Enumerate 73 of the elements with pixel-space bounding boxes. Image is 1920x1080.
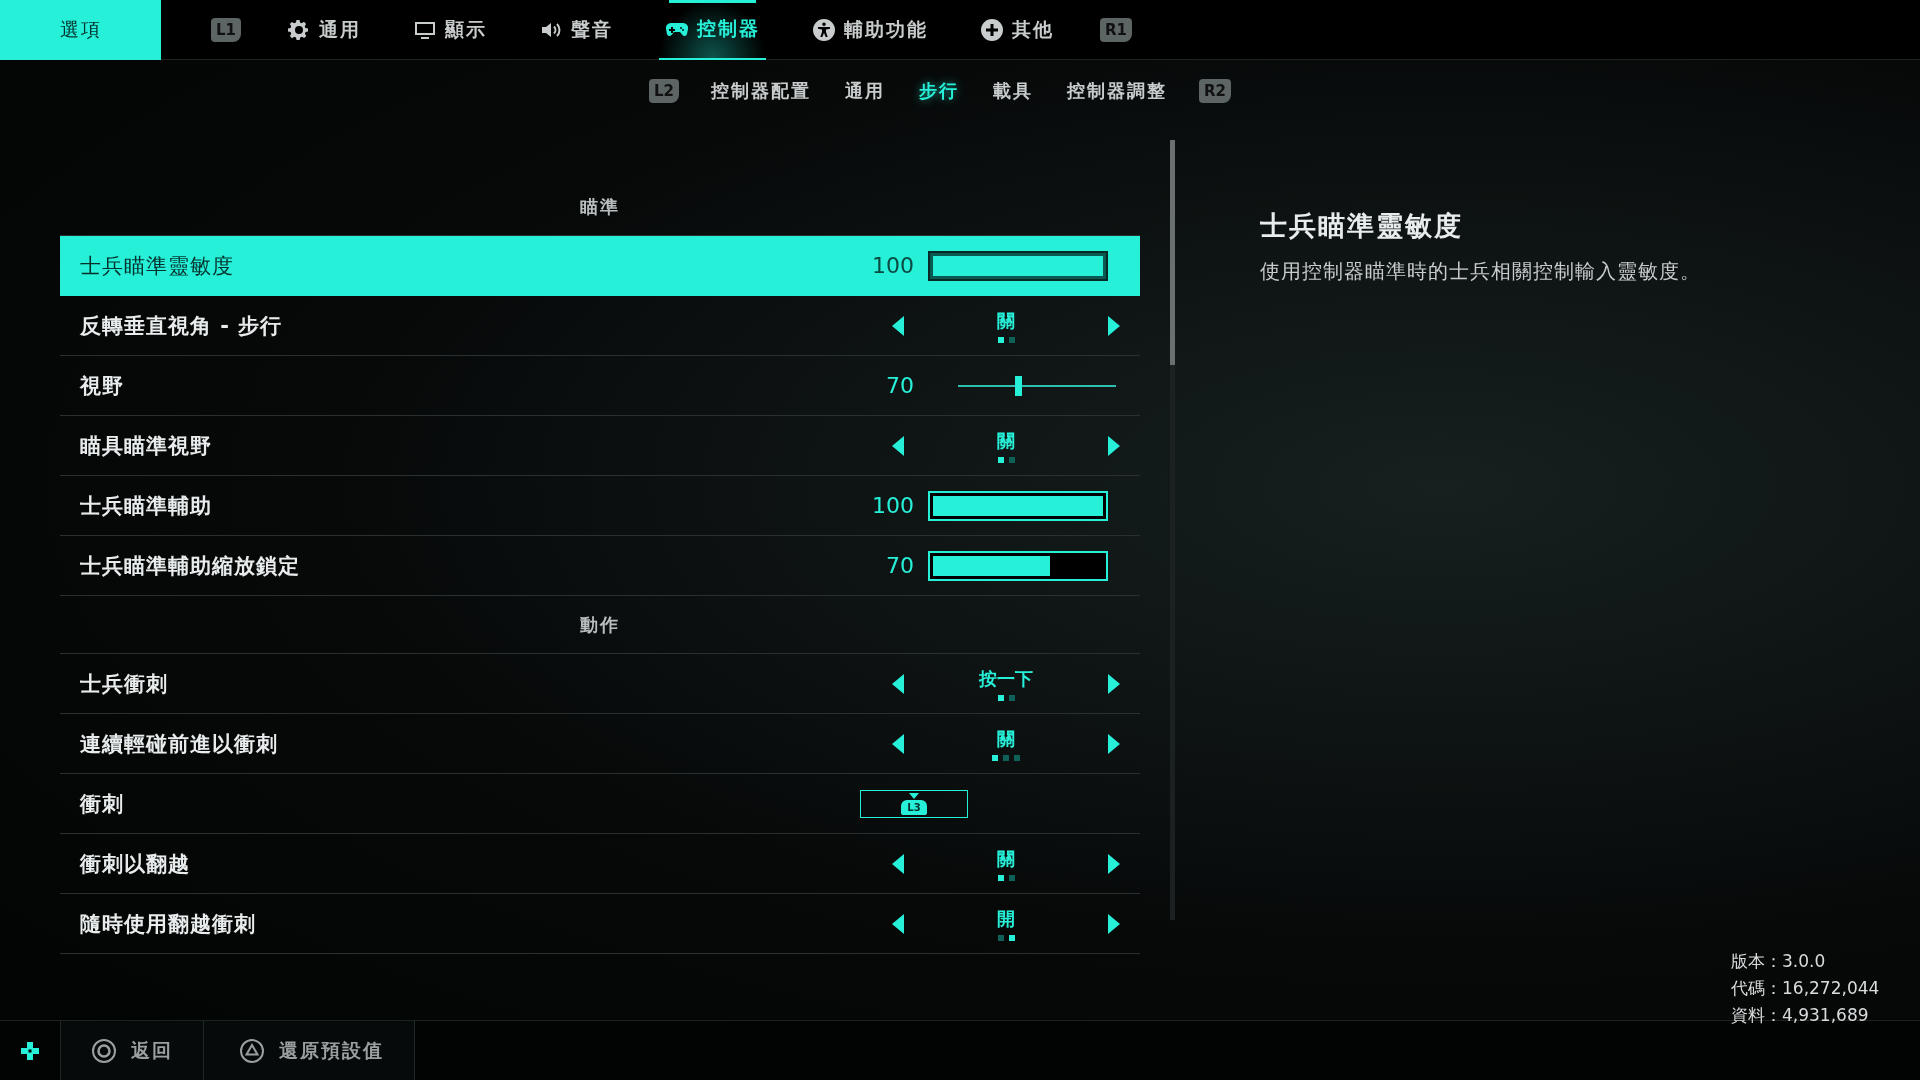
setting-value: 70: [885, 373, 914, 398]
menu-title: 選項: [0, 0, 161, 60]
left-arrow-icon[interactable]: [892, 853, 904, 874]
setting-label: 瞄具瞄準視野: [80, 432, 213, 460]
right-arrow-icon[interactable]: [1108, 435, 1120, 456]
setting-value: 70: [885, 553, 914, 578]
build-info-text: 資料：4,931,689: [1731, 1004, 1870, 1027]
scrollbar[interactable]: [1170, 140, 1175, 920]
setting-label: 連續輕碰前進以衝刺: [80, 730, 279, 758]
category-tab[interactable]: 顯示: [407, 0, 493, 60]
setting-label: 士兵瞄準靈敏度: [80, 252, 235, 280]
setting-row[interactable]: 衝刺 L3: [60, 774, 1140, 834]
sub-tab[interactable]: 通用: [843, 75, 887, 107]
setting-row[interactable]: 士兵衝刺 按一下: [60, 654, 1140, 714]
option-value: 關: [997, 428, 1015, 453]
accessibility-icon: [812, 17, 836, 42]
right-arrow-icon[interactable]: [1108, 853, 1120, 874]
category-tab[interactable]: 輔助功能: [806, 0, 934, 60]
setting-row[interactable]: 士兵瞄準輔助縮放鎖定 70: [60, 536, 1140, 596]
footer-button[interactable]: 還原預設值: [204, 1021, 415, 1080]
description-text: 使用控制器瞄準時的士兵相關控制輸入靈敏度。: [1260, 258, 1702, 285]
option-value: 關: [997, 308, 1015, 333]
sub-tab[interactable]: 步行: [917, 75, 961, 107]
sub-tab[interactable]: 載具: [991, 75, 1035, 107]
setting-label: 士兵衝刺: [80, 670, 169, 698]
option-value: 按一下: [979, 666, 1033, 691]
triangle-button-icon: [239, 1037, 265, 1064]
setting-value: 100: [871, 253, 914, 278]
left-arrow-icon[interactable]: [892, 733, 904, 754]
option-value: 關: [997, 726, 1015, 751]
keybind-field[interactable]: L3: [860, 789, 968, 818]
option-value: 關: [997, 846, 1015, 871]
setting-label: 衝刺以翻越: [80, 850, 191, 878]
setting-row[interactable]: 隨時使用翻越衝刺 開: [60, 894, 1140, 954]
category-tab[interactable]: 聲音: [533, 0, 619, 60]
right-arrow-icon[interactable]: [1108, 673, 1120, 694]
circle-button-icon: [91, 1037, 117, 1064]
left-arrow-icon[interactable]: [892, 673, 904, 694]
right-arrow-icon[interactable]: [1108, 913, 1120, 934]
setting-label: 視野: [80, 372, 125, 400]
setting-row[interactable]: 衝刺以翻越 關: [60, 834, 1140, 894]
setting-label: 隨時使用翻越衝刺: [80, 910, 257, 938]
right-arrow-icon[interactable]: [1108, 733, 1120, 754]
plus-icon: [980, 17, 1004, 42]
gear-icon: [287, 17, 311, 42]
category-tab[interactable]: 通用: [281, 0, 367, 60]
setting-row[interactable]: 視野 70: [60, 356, 1140, 416]
setting-row[interactable]: 連續輕碰前進以衝刺 關: [60, 714, 1140, 774]
setting-label: 士兵瞄準輔助縮放鎖定: [80, 552, 301, 580]
build-info-text: 代碼：16,272,044: [1731, 977, 1880, 1000]
option-value: 開: [997, 906, 1015, 931]
description-title: 士兵瞄準靈敏度: [1260, 209, 1464, 243]
setting-row[interactable]: 反轉垂直視角 - 步行 關: [60, 296, 1140, 356]
setting-row[interactable]: 士兵瞄準輔助 100: [60, 476, 1140, 536]
setting-label: 士兵瞄準輔助: [80, 492, 213, 520]
sub-tab[interactable]: 控制器配置: [709, 75, 813, 107]
sub-tab[interactable]: 控制器調整: [1065, 75, 1169, 107]
slider-handle[interactable]: [1015, 375, 1023, 396]
setting-row[interactable]: 士兵瞄準靈敏度 100: [60, 236, 1140, 296]
category-tab[interactable]: 其他: [974, 0, 1060, 60]
section-heading: 動作: [580, 612, 620, 637]
left-arrow-icon[interactable]: [892, 315, 904, 336]
setting-label: 反轉垂直視角 - 步行: [80, 312, 284, 340]
setting-label: 衝刺: [80, 790, 125, 818]
setting-row[interactable]: 瞄具瞄準視野 關: [60, 416, 1140, 476]
category-tab[interactable]: 控制器: [659, 0, 766, 60]
footer-button[interactable]: 返回: [60, 1021, 204, 1080]
left-arrow-icon[interactable]: [892, 435, 904, 456]
left-arrow-icon[interactable]: [892, 913, 904, 934]
build-info-text: 版本：3.0.0: [1731, 950, 1827, 973]
right-arrow-icon[interactable]: [1108, 315, 1120, 336]
setting-value: 100: [871, 493, 914, 518]
section-heading: 瞄準: [580, 194, 620, 219]
